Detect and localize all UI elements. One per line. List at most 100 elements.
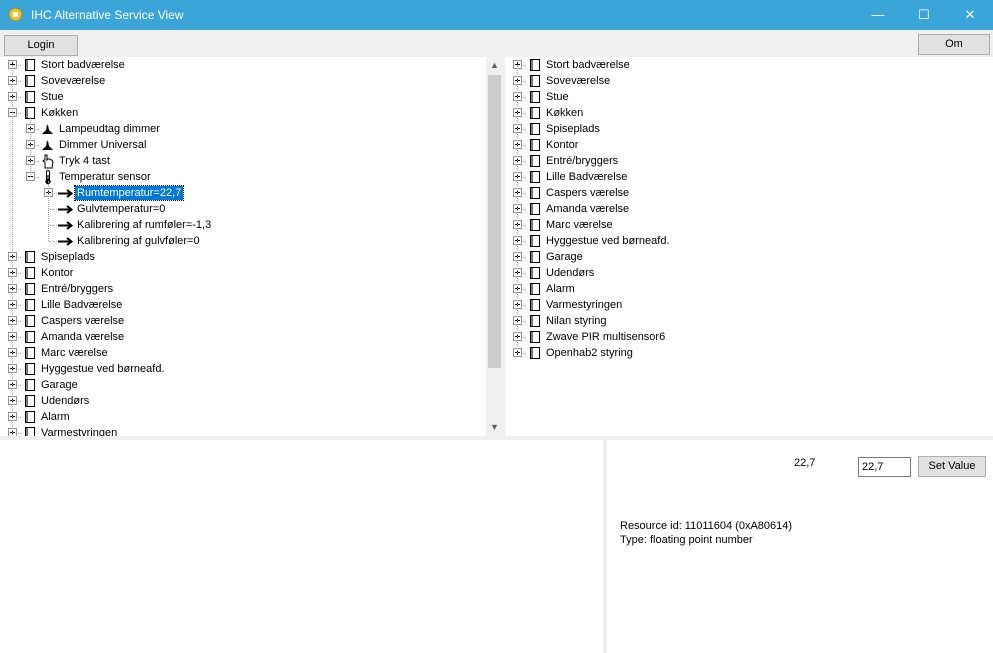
right-tree-panel[interactable]: Stort badværelse Soveværelse Stue Køkken Spi… [505,57,993,436]
tree-item-room[interactable]: Varmestyringen [505,297,985,313]
tree-item-room[interactable]: Udendørs [505,265,985,281]
tree-item-room[interactable]: Varmestyringen [0,425,480,436]
tree-item-room[interactable]: Lille Badværelse [505,169,985,185]
tree-item-room[interactable]: Soveværelse [0,73,480,89]
left-tree-panel[interactable]: Stort badværelse Soveværelse Stue Køkken Lam… [0,57,486,436]
tree-node-label: Nilan styring [546,315,607,327]
room-icon [527,314,542,328]
tree-item-device[interactable]: Tryk 4 tast [0,153,480,169]
tree-item-room[interactable]: Amanda værelse [505,201,985,217]
tree-connector [49,209,57,210]
tree-item-room[interactable]: Lille Badværelse [0,297,480,313]
minimize-button[interactable]: — [855,0,901,30]
tree-item-room[interactable]: Køkken [505,105,985,121]
tree-item-room[interactable]: Nilan styring [505,313,985,329]
room-icon [527,346,542,360]
room-icon [22,282,37,296]
tree-node-label: Garage [546,251,583,263]
room-icon [527,122,542,136]
room-icon [527,58,542,72]
tree-item-room[interactable]: Zwave PIR multisensor6 [505,329,985,345]
app-icon [9,8,22,21]
close-button[interactable]: ✕ [947,0,993,30]
set-value-button[interactable]: Set Value [918,456,986,477]
resource-id-text: Resource id: 11011604 (0xA80614) [620,520,793,532]
tree-item-value[interactable]: Kalibrering af rumføler=-1,3 [0,217,480,233]
tree-node-label: Kontor [41,267,74,279]
tree-item-room[interactable]: Marc værelse [0,345,480,361]
tree-node-label: Stort badværelse [41,59,125,71]
scroll-up-arrow-icon[interactable]: ▲ [486,57,503,74]
room-icon [22,426,37,436]
tree-node-label: Entré/bryggers [546,155,619,167]
tree-node-label: Varmestyringen [41,427,118,436]
scroll-thumb[interactable] [488,75,501,368]
tree-item-device[interactable]: Lampeudtag dimmer [0,121,480,137]
tree-item-room[interactable]: Alarm [505,281,985,297]
tree-item-device[interactable]: Temperatur sensor [0,169,480,185]
tree-item-room[interactable]: Entré/bryggers [505,153,985,169]
tree-node-label: Temperatur sensor [59,171,151,183]
tree-node-label: Amanda værelse [41,331,125,343]
tree-item-room[interactable]: Hyggestue ved børneafd. [505,233,985,249]
tree-connector [49,225,57,226]
tree-item-room[interactable]: Garage [0,377,480,393]
tree-node-label: Kalibrering af rumføler=-1,3 [77,219,212,231]
tree-item-room[interactable]: Kontor [0,265,480,281]
scroll-down-arrow-icon[interactable]: ▼ [486,419,503,436]
tree-node-label: Amanda værelse [546,203,630,215]
tree-item-room[interactable]: Amanda værelse [0,329,480,345]
room-icon [527,250,542,264]
arrow-icon [58,186,73,200]
room-icon [527,202,542,216]
tree-item-device[interactable]: Dimmer Universal [0,137,480,153]
room-icon [527,170,542,184]
room-icon [22,346,37,360]
tree-item-room[interactable]: Caspers værelse [0,313,480,329]
tree-item-room[interactable]: Spiseplads [505,121,985,137]
tree-item-room[interactable]: Marc værelse [505,217,985,233]
tree-node-label: Soveværelse [41,75,106,87]
tree-item-room[interactable]: Hyggestue ved børneafd. [0,361,480,377]
tree-node-label: Lampeudtag dimmer [59,123,160,135]
tree-item-value[interactable]: Gulvtemperatur=0 [0,201,480,217]
tree-item-room[interactable]: Soveværelse [505,73,985,89]
tree-vertical-line [12,65,13,436]
tree-node-label: Marc værelse [546,219,613,231]
tree-item-room[interactable]: Stue [0,89,480,105]
room-icon [527,106,542,120]
tree-item-room[interactable]: Stort badværelse [505,57,985,73]
tree-item-room[interactable]: Spiseplads [0,249,480,265]
tree-item-room[interactable]: Openhab2 styring [505,345,985,361]
tree-item-room[interactable]: Stue [505,89,985,105]
about-button[interactable]: Om [918,34,990,55]
tree-item-value[interactable]: Rumtemperatur=22,7 [0,185,480,201]
tree-item-room[interactable]: Kontor [505,137,985,153]
tree-item-room[interactable]: Udendørs [0,393,480,409]
tree-item-room[interactable]: Køkken [0,105,480,121]
room-icon [22,298,37,312]
bottom-left-panel [0,440,603,653]
login-button[interactable]: Login [4,35,78,56]
tree-node-label: Varmestyringen [546,299,623,311]
room-icon [22,410,37,424]
tree-node-label: Garage [41,379,78,391]
tree-node-label: Soveværelse [546,75,611,87]
tree-node-label: Zwave PIR multisensor6 [546,331,666,343]
tree-node-label: Hyggestue ved børneafd. [546,235,670,247]
tree-node-label: Køkken [546,107,584,119]
maximize-button[interactable]: ☐ [901,0,947,30]
tree-item-room[interactable]: Entré/bryggers [0,281,480,297]
tree-node-label: Rumtemperatur=22,7 [73,185,185,201]
arrow-icon [58,202,73,216]
current-value-label: 22,7 [794,457,816,469]
tree-item-value[interactable]: Kalibrering af gulvføler=0 [0,233,480,249]
tree-node-label: Alarm [41,411,70,423]
tree-item-room[interactable]: Alarm [0,409,480,425]
tree-item-room[interactable]: Stort badværelse [0,57,480,73]
tree-item-room[interactable]: Garage [505,249,985,265]
tree-vertical-line [517,65,518,353]
tree-item-room[interactable]: Caspers værelse [505,185,985,201]
tree-node-label: Caspers værelse [546,187,630,199]
value-input[interactable] [858,457,911,477]
